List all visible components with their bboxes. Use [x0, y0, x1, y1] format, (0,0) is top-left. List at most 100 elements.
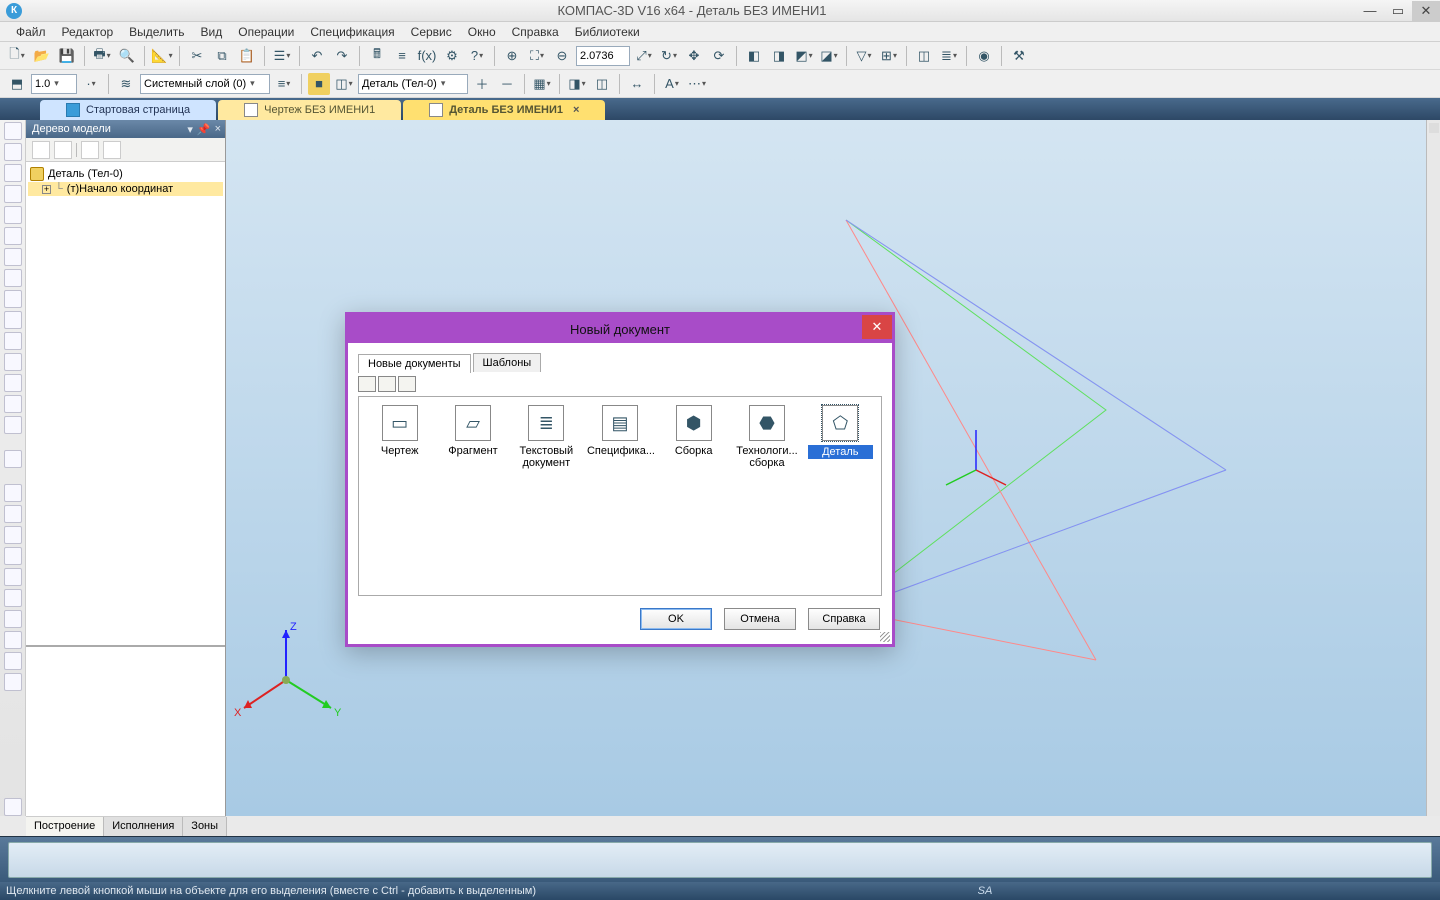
- tab-variants[interactable]: Исполнения: [104, 817, 183, 836]
- cube-1-button[interactable]: ◧: [743, 45, 765, 67]
- tab-zones[interactable]: Зоны: [183, 817, 227, 836]
- cube-2-button[interactable]: ◨: [768, 45, 790, 67]
- ts-btn-11[interactable]: [4, 332, 22, 350]
- dialog-titlebar[interactable]: Новый документ ✕: [348, 315, 892, 343]
- hatch-button[interactable]: ▦: [531, 73, 553, 95]
- color-button[interactable]: ■: [308, 73, 330, 95]
- new-doc-button[interactable]: 🗋: [6, 45, 28, 67]
- help-context-button[interactable]: ?: [466, 45, 488, 67]
- ts-btn-24[interactable]: [4, 631, 22, 649]
- tab-construction[interactable]: Построение: [26, 817, 104, 836]
- tree-toolbar-btn-3[interactable]: [81, 141, 99, 159]
- open-button[interactable]: 📂: [31, 45, 53, 67]
- layer-combo[interactable]: Системный слой (0): [140, 74, 270, 94]
- ts-btn-17[interactable]: [4, 484, 22, 502]
- menu-spec[interactable]: Спецификация: [302, 23, 402, 41]
- tool-a-button[interactable]: ⚙: [441, 45, 463, 67]
- ts-btn-10[interactable]: [4, 311, 22, 329]
- resize-grip-icon[interactable]: [880, 632, 890, 642]
- snap-button[interactable]: ⊞: [878, 45, 900, 67]
- dialog-tab-templates[interactable]: Шаблоны: [473, 353, 542, 372]
- ts-btn-1[interactable]: [4, 122, 22, 140]
- t-misc-button[interactable]: ◉: [973, 45, 995, 67]
- expand-icon[interactable]: +: [42, 185, 51, 194]
- menu-file[interactable]: Файл: [8, 23, 54, 41]
- style-button[interactable]: ☰: [271, 45, 293, 67]
- maximize-button[interactable]: ▭: [1384, 1, 1412, 21]
- doc-assembly[interactable]: ⬢ Сборка: [661, 405, 726, 457]
- view-list[interactable]: [398, 376, 416, 392]
- ts-btn-2[interactable]: [4, 143, 22, 161]
- undo-button[interactable]: ↶: [306, 45, 328, 67]
- view-large-icons[interactable]: [358, 376, 376, 392]
- ts-btn-26[interactable]: [4, 673, 22, 691]
- ts-btn-9[interactable]: [4, 290, 22, 308]
- cut-button[interactable]: ✂: [186, 45, 208, 67]
- ts-btn-13[interactable]: [4, 374, 22, 392]
- rs-top-icon[interactable]: [1429, 123, 1439, 133]
- document-type-list[interactable]: ▭ Чертеж ▱ Фрагмент ≣ Текстовыйдокумент …: [358, 396, 882, 596]
- doc-fragment[interactable]: ▱ Фрагмент: [440, 405, 505, 457]
- preview-button[interactable]: 🔍: [116, 45, 138, 67]
- layer-icon[interactable]: ≋: [115, 73, 137, 95]
- dialog-close-button[interactable]: ✕: [862, 315, 892, 339]
- panel-dropdown-icon[interactable]: ▾: [187, 123, 193, 136]
- tab-close-icon[interactable]: ×: [573, 104, 579, 116]
- ts-btn-6[interactable]: [4, 227, 22, 245]
- t-layers-button[interactable]: ≣: [938, 45, 960, 67]
- ts-btn-20[interactable]: [4, 547, 22, 565]
- menu-libs[interactable]: Библиотеки: [567, 23, 648, 41]
- pan-button[interactable]: ✥: [683, 45, 705, 67]
- menu-ops[interactable]: Операции: [230, 23, 302, 41]
- ts-btn-19[interactable]: [4, 526, 22, 544]
- tab-start-page[interactable]: Стартовая страница: [40, 100, 216, 120]
- ts-btn-bottom[interactable]: [4, 798, 22, 816]
- dim-button[interactable]: ↔: [626, 73, 648, 95]
- zoom-in-button[interactable]: ⊕: [501, 45, 523, 67]
- more-button[interactable]: ⋯: [686, 73, 708, 95]
- properties-button[interactable]: 📐: [151, 45, 173, 67]
- text-button[interactable]: A: [661, 73, 683, 95]
- ts-btn-23[interactable]: [4, 610, 22, 628]
- filter-button[interactable]: ▽: [853, 45, 875, 67]
- ts-btn-12[interactable]: [4, 353, 22, 371]
- fx-button[interactable]: f(x): [416, 45, 438, 67]
- ts-btn-21[interactable]: [4, 568, 22, 586]
- save-button[interactable]: 💾: [56, 45, 78, 67]
- tree-child-origin[interactable]: + └ (т)Начало координат: [28, 182, 223, 196]
- menu-help[interactable]: Справка: [504, 23, 567, 41]
- menu-service[interactable]: Сервис: [403, 23, 460, 41]
- ts-btn-15[interactable]: [4, 416, 22, 434]
- t-settings-button[interactable]: ⚒: [1008, 45, 1030, 67]
- vars-button[interactable]: ≡: [391, 45, 413, 67]
- doc-drawing[interactable]: ▭ Чертеж: [367, 405, 432, 457]
- tab-part[interactable]: Деталь БЕЗ ИМЕНИ1 ×: [403, 100, 605, 120]
- property-panel-inner[interactable]: [8, 842, 1432, 878]
- panel-pin-icon[interactable]: 📌: [197, 123, 211, 136]
- close-button[interactable]: ✕: [1412, 1, 1440, 21]
- part-add-button[interactable]: ＋: [471, 73, 493, 95]
- menu-edit[interactable]: Редактор: [54, 23, 122, 41]
- ts-btn-7[interactable]: [4, 248, 22, 266]
- scale-step-button[interactable]: ·: [80, 73, 102, 95]
- zoom-input[interactable]: [576, 46, 630, 66]
- ts-btn-22[interactable]: [4, 589, 22, 607]
- part-icon[interactable]: ◫: [333, 73, 355, 95]
- calc-button[interactable]: 🖩: [366, 45, 388, 67]
- ts-btn-25[interactable]: [4, 652, 22, 670]
- right-scroll-strip[interactable]: [1426, 120, 1440, 816]
- scale-combo[interactable]: 1.0: [31, 74, 77, 94]
- tree-root[interactable]: Деталь (Тел-0): [28, 166, 223, 182]
- doc-spec[interactable]: ▤ Специфика...: [587, 405, 653, 457]
- minimize-button[interactable]: —: [1356, 1, 1384, 21]
- copy-button[interactable]: ⧉: [211, 45, 233, 67]
- rotate-button[interactable]: ↻: [658, 45, 680, 67]
- help-button[interactable]: Справка: [808, 608, 880, 630]
- proj-button[interactable]: ◨: [566, 73, 588, 95]
- part-combo[interactable]: Деталь (Тел-0): [358, 74, 468, 94]
- doc-text[interactable]: ≣ Текстовыйдокумент: [514, 405, 579, 469]
- menu-view[interactable]: Вид: [193, 23, 231, 41]
- model-tree[interactable]: Деталь (Тел-0) + └ (т)Начало координат: [26, 162, 225, 646]
- tab-drawing[interactable]: Чертеж БЕЗ ИМЕНИ1: [218, 100, 401, 120]
- menu-window[interactable]: Окно: [460, 23, 504, 41]
